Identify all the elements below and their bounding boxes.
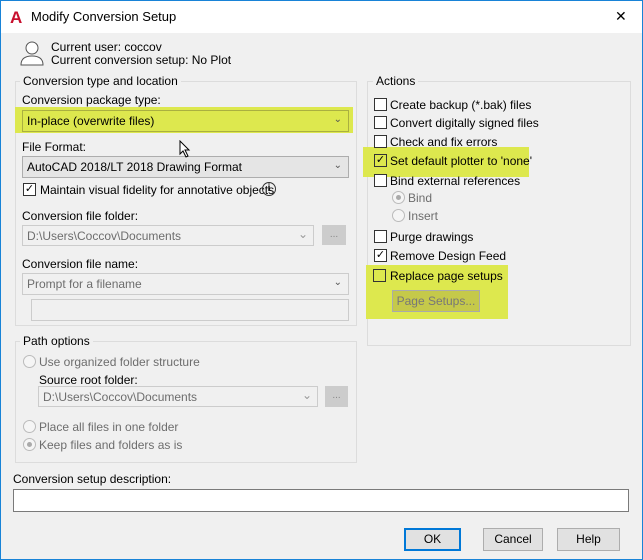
filename-input[interactable] bbox=[31, 299, 349, 321]
bind-xref-checkbox[interactable] bbox=[374, 174, 387, 187]
insert-label: Insert bbox=[408, 209, 439, 223]
plotter-none-checkbox[interactable]: ✓ bbox=[374, 154, 387, 167]
package-type-select[interactable]: In-place (overwrite files) ⌄ bbox=[22, 110, 349, 132]
filename-select[interactable]: Prompt for a filename ⌄ bbox=[22, 273, 349, 295]
file-format-value: AutoCAD 2018/LT 2018 Drawing Format bbox=[27, 160, 242, 174]
source-root-value: D:\Users\Coccov\Documents bbox=[43, 390, 198, 404]
organized-label: Use organized folder structure bbox=[39, 355, 200, 369]
conversion-group-label: Conversion type and location bbox=[20, 74, 181, 88]
window-title: Modify Conversion Setup bbox=[31, 9, 177, 24]
folder-value: D:\Users\Coccov\Documents bbox=[27, 229, 182, 243]
folder-browse-button[interactable]: ... bbox=[322, 225, 346, 245]
chevron-down-icon: ⌄ bbox=[333, 277, 342, 288]
fidelity-checkbox[interactable]: ✓ bbox=[23, 183, 36, 196]
actions-label: Actions bbox=[373, 74, 419, 88]
keep-label: Keep files and folders as is bbox=[39, 438, 183, 452]
title-bar: A Modify Conversion Setup ✕ bbox=[1, 1, 642, 33]
bind-xref-label: Bind external references bbox=[390, 174, 521, 188]
source-root-input[interactable]: D:\Users\Coccov\Documents ⌄ bbox=[38, 386, 318, 407]
design-feed-label: Remove Design Feed bbox=[390, 249, 507, 263]
ok-button[interactable]: OK bbox=[404, 528, 461, 551]
source-root-label: Source root folder: bbox=[39, 373, 138, 387]
purge-checkbox[interactable] bbox=[374, 230, 387, 243]
fix-errors-checkbox[interactable] bbox=[374, 135, 387, 148]
mouse-cursor-icon bbox=[179, 140, 191, 158]
current-user: Current user: coccov bbox=[51, 40, 162, 54]
keep-radio[interactable] bbox=[23, 438, 36, 451]
file-format-label: File Format: bbox=[22, 140, 87, 154]
chevron-down-icon: ⌄ bbox=[297, 227, 308, 241]
file-format-select[interactable]: AutoCAD 2018/LT 2018 Drawing Format ⌄ bbox=[22, 156, 349, 178]
filename-label: Conversion file name: bbox=[22, 257, 139, 271]
one-folder-radio[interactable] bbox=[23, 420, 36, 433]
page-setups-button[interactable]: Page Setups... bbox=[392, 290, 480, 312]
replace-setups-label: Replace page setups bbox=[390, 269, 503, 283]
backup-checkbox[interactable] bbox=[374, 98, 387, 111]
purge-label: Purge drawings bbox=[390, 230, 474, 244]
package-type-value: In-place (overwrite files) bbox=[27, 114, 155, 128]
backup-label: Create backup (*.bak) files bbox=[390, 98, 532, 112]
source-browse-button[interactable]: ... bbox=[325, 386, 348, 407]
chevron-down-icon: ⌄ bbox=[301, 388, 312, 402]
close-icon[interactable]: ✕ bbox=[615, 8, 627, 25]
folder-label: Conversion file folder: bbox=[22, 209, 139, 223]
dialog-window: A Modify Conversion Setup ✕ Current user… bbox=[0, 0, 643, 560]
user-icon bbox=[20, 41, 44, 66]
insert-radio[interactable] bbox=[392, 209, 405, 222]
fix-errors-label: Check and fix errors bbox=[390, 135, 498, 149]
package-type-label: Conversion package type: bbox=[22, 93, 161, 107]
signed-label: Convert digitally signed files bbox=[390, 116, 539, 130]
info-icon[interactable]: i bbox=[262, 182, 276, 196]
fidelity-label: Maintain visual fidelity for annotative … bbox=[40, 183, 275, 197]
path-options-label: Path options bbox=[20, 334, 93, 348]
bind-label: Bind bbox=[408, 191, 433, 205]
chevron-down-icon: ⌄ bbox=[333, 160, 342, 171]
description-label: Conversion setup description: bbox=[13, 472, 172, 486]
filename-value: Prompt for a filename bbox=[27, 277, 142, 291]
signed-checkbox[interactable] bbox=[374, 116, 387, 129]
folder-input[interactable]: D:\Users\Coccov\Documents ⌄ bbox=[22, 225, 314, 246]
design-feed-checkbox[interactable]: ✓ bbox=[374, 249, 387, 262]
chevron-down-icon: ⌄ bbox=[333, 114, 342, 125]
plotter-none-label: Set default plotter to 'none' bbox=[390, 154, 533, 168]
current-setup: Current conversion setup: No Plot bbox=[51, 53, 232, 67]
one-folder-label: Place all files in one folder bbox=[39, 420, 179, 434]
autocad-logo-icon: A bbox=[10, 8, 23, 27]
organized-radio[interactable] bbox=[23, 355, 36, 368]
bind-radio[interactable] bbox=[392, 191, 405, 204]
replace-setups-checkbox[interactable] bbox=[373, 269, 386, 282]
cancel-button[interactable]: Cancel bbox=[483, 528, 543, 551]
description-input[interactable] bbox=[13, 489, 629, 512]
help-button[interactable]: Help bbox=[557, 528, 620, 551]
